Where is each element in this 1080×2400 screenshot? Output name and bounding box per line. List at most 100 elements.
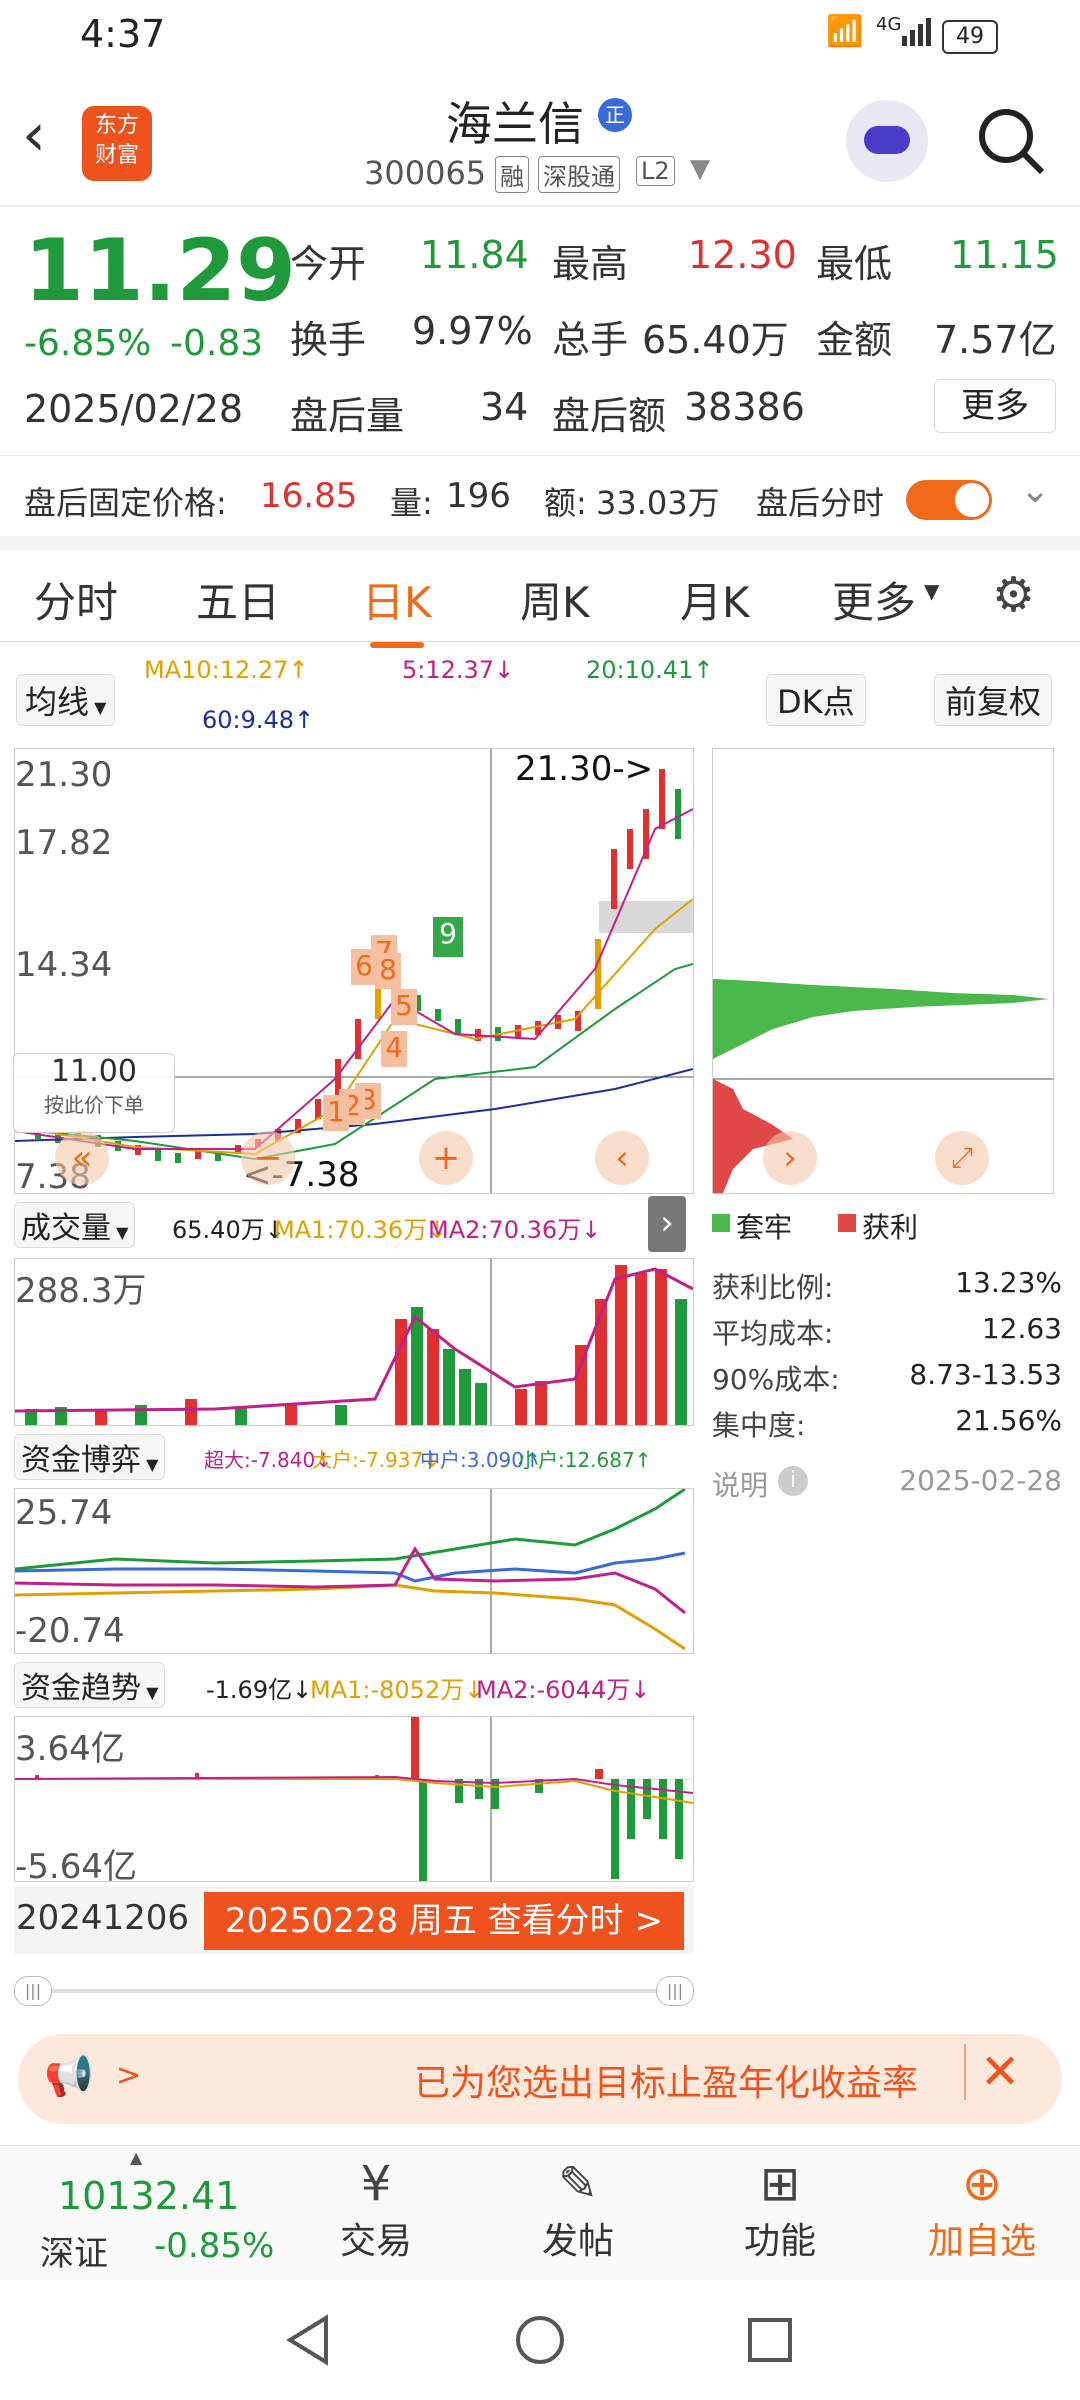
rewind-icon[interactable]: « [55, 1131, 109, 1185]
zoom-in-icon[interactable]: + [419, 1131, 473, 1185]
stock-name: 海兰信 [446, 97, 584, 151]
after-amount-label: 盘后额 [552, 394, 667, 438]
index-name: 深证 [40, 2234, 108, 2274]
function-button[interactable]: ⊞ 功能 [710, 2156, 850, 2264]
quote-date: 2025/02/28 [24, 387, 244, 431]
fund-trend-selector-label: 资金趋势 [21, 1671, 141, 1706]
ma-selector-label: 均线 [25, 683, 90, 721]
nav-recents-icon[interactable] [740, 2310, 800, 2370]
volume-legend: 成交量 ▼ 65.40万↓ MA1:70.36万↓ MA2:70.36万↓ › [14, 1196, 694, 1252]
stat-value: 13.23% [955, 1266, 1062, 1299]
ma-selector[interactable]: 均线 ▼ [16, 674, 116, 726]
fund-game-selector-label: 资金博弈 [21, 1443, 141, 1478]
ma-legend: 均线 ▼ MA10:12.27↑ 5:12.37↓ 20:10.41↑ 60:9… [0, 650, 1080, 740]
zoom-out-icon[interactable]: − [241, 1131, 295, 1185]
chevron-down-icon[interactable]: ⌄ [1020, 470, 1050, 511]
tag-l2: L2 [636, 156, 675, 186]
sequence-mark-8: 8 [375, 953, 401, 989]
post-label: 发帖 [541, 2221, 614, 2262]
high-label: 最高 [552, 242, 629, 286]
fund-game-y-bottom: -20.74 [15, 1611, 125, 1651]
explain-label[interactable]: 说明 [712, 1464, 768, 1504]
trade-button[interactable]: ¥ 交易 [306, 2156, 446, 2264]
fund-game-legend: 资金博弈 ▼ 超大:-7.840↓ 大户:-7.937↓ 中户:3.090↑ 小… [14, 1432, 694, 1482]
post-button[interactable]: ✎ 发帖 [508, 2156, 648, 2264]
stat-value: 8.73-13.53 [909, 1358, 1062, 1391]
registered-badge: 正 [598, 98, 632, 132]
tab-weekly-k[interactable]: 周K [520, 569, 590, 630]
assistant-avatar[interactable] [846, 100, 928, 182]
wifi-icon: 📶 [826, 14, 864, 49]
chip-svg [713, 979, 1053, 1193]
stock-code: 300065 [364, 154, 487, 192]
change-percent: -6.85% [24, 323, 152, 364]
trap-swatch [712, 1214, 730, 1232]
fixed-volume-value: 196 [446, 476, 511, 516]
logo-line2: 财富 [94, 143, 139, 168]
open-label: 今开 [290, 242, 367, 286]
scroll-handle-left[interactable]: ||| [14, 1976, 52, 2006]
nav-back-icon[interactable] [280, 2310, 340, 2370]
edit-icon: ✎ [557, 2156, 599, 2212]
step-left-icon[interactable]: ‹ [595, 1131, 649, 1185]
quote-panel: 11.29 -6.85% -0.83 2025/02/28 今开 11.84 最… [0, 207, 1080, 447]
dropdown-arrow-icon[interactable]: ▼ [690, 154, 710, 184]
gear-icon[interactable]: ⚙ [992, 567, 1035, 623]
y-axis-top: 21.30 [15, 755, 113, 795]
view-timeshare-button[interactable]: 20250228 周五 查看分时 > [204, 1892, 684, 1950]
close-icon[interactable]: ✕ [964, 2044, 1020, 2100]
current-price: 11.29 [24, 221, 297, 321]
fund-game-chart: 25.74 -20.74 [14, 1487, 694, 1654]
signal-icon [902, 16, 936, 46]
status-bar: 4:37 📶 4G 49 [0, 0, 1080, 70]
tab-monthly-k[interactable]: 月K [680, 569, 750, 630]
tag-margin: 融 [495, 156, 529, 193]
network-type: 4G [876, 14, 902, 35]
kline-chart[interactable]: 21.30 17.82 14.34 7.38 21.30-> <-7.38 6 … [13, 748, 694, 1197]
ma60-value: 60:9.48↑ [202, 706, 315, 734]
fixed-amount-value: 33.03万 [596, 484, 720, 522]
stat-label: 平均成本: [712, 1317, 834, 1350]
index-ticker[interactable]: ▲ 10132.41 深证 -0.85% [0, 2146, 290, 2281]
adjust-button[interactable]: 前复权 [934, 674, 1053, 726]
fund-trend-chart: 3.64亿 -5.64亿 [14, 1716, 694, 1887]
more-button[interactable]: 更多 [934, 379, 1056, 433]
scroll-handle-right[interactable]: ||| [656, 1976, 694, 2006]
expand-icon[interactable]: ⤢ [935, 1131, 989, 1185]
high-value: 12.30 [688, 233, 797, 277]
nav-home-icon[interactable] [510, 2310, 570, 2370]
timeline-row: 20241206 20250228 周五 查看分时 > [14, 1886, 694, 1954]
add-watchlist-button[interactable]: ⊕ 加自选 [912, 2156, 1052, 2264]
tab-more[interactable]: 更多 [832, 569, 916, 630]
fund-trend-legend: 资金趋势 ▼ -1.69亿↓ MA1:-8052万↓ MA2:-6044万↓ [14, 1660, 694, 1710]
search-icon[interactable] [976, 106, 1046, 176]
back-icon[interactable]: ‹ [22, 100, 46, 170]
dk-point-button[interactable]: DK点 [766, 674, 866, 726]
volume-ma1: MA1:70.36万↓ [274, 1216, 448, 1244]
function-label: 功能 [743, 2221, 816, 2262]
fund-trend-selector[interactable]: 资金趋势 ▼ [14, 1662, 166, 1708]
low-label: 最低 [816, 242, 893, 286]
after-hours-bar: 盘后固定价格: 16.85 量: 196 额: 33.03万 盘后分时 ⌄ [0, 455, 1080, 550]
grid-icon: ⊞ [759, 2156, 801, 2212]
order-at-price-tag[interactable]: 11.00 按此价下单 [13, 1053, 175, 1133]
tab-daily-k[interactable]: 日K [362, 569, 432, 648]
stat-value: 12.63 [981, 1312, 1062, 1345]
tab-five-day[interactable]: 五日 [196, 569, 280, 630]
expand-right-icon[interactable]: › [648, 1196, 686, 1252]
chip-distribution[interactable]: › ⤢ [712, 748, 1054, 1194]
info-icon[interactable]: i [778, 1466, 808, 1496]
step-right-icon[interactable]: › [763, 1131, 817, 1185]
fund-game-selector[interactable]: 资金博弈 ▼ [14, 1434, 166, 1480]
volume-selector[interactable]: 成交量 ▼ [14, 1202, 136, 1248]
after-volume-value: 34 [480, 385, 529, 429]
volume-selector-label: 成交量 [21, 1211, 111, 1246]
tab-timeshare[interactable]: 分时 [34, 569, 118, 630]
index-change: -0.85% [154, 2226, 275, 2266]
fixed-price-value: 16.85 [260, 476, 358, 516]
change-value: -0.83 [170, 323, 264, 364]
after-timeshare-toggle[interactable] [906, 480, 992, 520]
promo-banner[interactable]: 📢 > 已为您选出目标止盈年化收益率 ✕ [18, 2034, 1062, 2124]
range-scrollbar[interactable]: ||| ||| [14, 1976, 694, 2006]
tag-connect: 深股通 [538, 156, 620, 193]
